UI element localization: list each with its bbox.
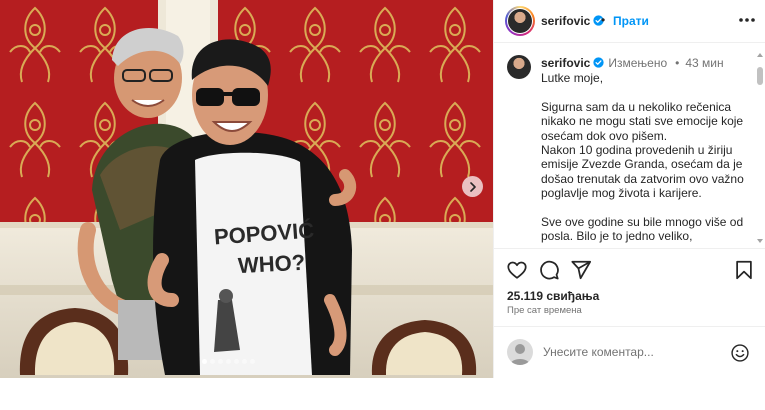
carousel-dot <box>226 359 231 364</box>
scroll-thumb[interactable] <box>757 67 763 85</box>
bookmark-icon[interactable] <box>733 259 755 281</box>
comment-icon[interactable] <box>538 259 560 281</box>
post-actions <box>494 248 765 288</box>
caption-paragraph: Lutke moje, <box>541 71 604 85</box>
caption-paragraph <box>541 85 751 99</box>
carousel-dot <box>202 359 207 364</box>
current-user-avatar <box>507 339 533 365</box>
follow-button[interactable]: Прати <box>613 14 649 28</box>
caption-text: Lutke moje, Sigurna sam da u nekoliko reč… <box>541 71 751 244</box>
post-time-dot: • <box>675 56 680 70</box>
chevron-right-icon <box>469 181 476 192</box>
caption-meta: serifovic Измењено • 43 мин <box>541 56 724 70</box>
more-horizontal-icon[interactable] <box>737 12 757 28</box>
heart-icon[interactable] <box>506 259 528 281</box>
post-time-ago[interactable]: Пре сат времена <box>507 305 582 316</box>
header-separator: • <box>601 13 606 27</box>
shirt-text-line2: WHO? <box>237 250 305 278</box>
carousel-dot <box>250 359 255 364</box>
post-media[interactable]: POPOVIĆ WHO? <box>0 0 493 378</box>
carousel-dot <box>234 359 239 364</box>
carousel-next-button[interactable] <box>462 176 483 197</box>
caption-paragraph: Nakon 10 godina provedenih u žiriju emis… <box>541 143 744 201</box>
carousel-dots <box>202 359 255 364</box>
caption-username[interactable]: serifovic <box>541 56 604 70</box>
caption-area: serifovic Измењено • 43 мин Lutke moje, Sigu… <box>494 44 765 247</box>
comment-bar <box>494 326 765 378</box>
caption-paragraph <box>541 201 751 215</box>
verified-badge-icon <box>593 57 604 68</box>
emoji-icon[interactable] <box>730 343 750 363</box>
scroll-up-arrow-icon[interactable] <box>757 53 763 57</box>
post-photo: POPOVIĆ WHO? <box>0 0 493 378</box>
author-avatar[interactable] <box>505 6 535 36</box>
post-sidebar: serifovic • Прати serifovic Измењено • 43 м… <box>493 0 765 378</box>
author-username[interactable]: serifovic <box>541 14 604 28</box>
like-count[interactable]: 25.119 свиђања <box>507 289 599 303</box>
caption-author-avatar[interactable] <box>507 55 531 79</box>
page-bottom-area <box>0 378 765 410</box>
comment-input[interactable] <box>543 342 723 362</box>
caption-paragraph: Sve ove godine su bile mnogo više od pos… <box>541 215 744 244</box>
post-time[interactable]: 43 мин <box>685 56 723 70</box>
caption-scrollbar[interactable] <box>757 53 763 243</box>
default-avatar-icon <box>510 344 530 365</box>
carousel-dot <box>210 359 215 364</box>
scroll-down-arrow-icon[interactable] <box>757 239 763 243</box>
post-header: serifovic • Прати <box>494 0 765 43</box>
carousel-dot <box>242 359 247 364</box>
caption-paragraph: Sigurna sam da u nekoliko rečenica nikak… <box>541 99 744 143</box>
carousel-dot <box>218 359 223 364</box>
edited-label: Измењено <box>608 56 668 70</box>
send-icon[interactable] <box>570 259 592 281</box>
